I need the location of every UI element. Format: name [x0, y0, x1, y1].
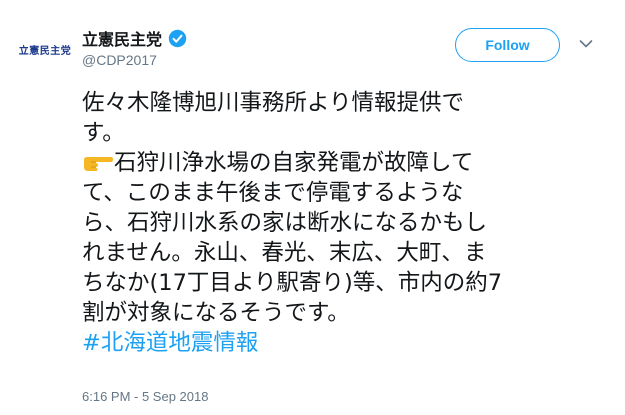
- hashtag-link[interactable]: #北海道地震情報: [82, 328, 592, 358]
- avatar[interactable]: 立憲民主党: [16, 20, 74, 78]
- tweet-text: 佐々木隆博旭川事務所より情報提供で す。 石狩川浄水場の自家発電が故障して て、…: [82, 88, 592, 358]
- tweet-card: 立憲民主党 立憲民主党 @CDP2017 Follow 佐々木隆博旭川事務所より…: [0, 0, 625, 415]
- follow-button[interactable]: Follow: [455, 28, 560, 62]
- tweet-text-line: れません。永山、春光、末広、大町、ま: [82, 240, 487, 266]
- chevron-down-icon[interactable]: [579, 39, 593, 49]
- tweet-text-line: 石狩川浄水場の自家発電が故障して: [82, 148, 592, 178]
- tweet-text-line: て、このまま午後まで停電するような: [82, 180, 464, 206]
- user-name-row: 立憲民主党: [82, 26, 187, 50]
- avatar-logo-text: 立憲民主党: [18, 45, 72, 57]
- tweet-text-line: ちなか(17丁目より駅寄り)等、市内の約7: [82, 270, 503, 296]
- user-handle[interactable]: @CDP2017: [82, 52, 157, 68]
- pointing-right-hand-icon: [84, 157, 113, 171]
- display-name[interactable]: 立憲民主党: [82, 26, 162, 50]
- tweet-text-line-content: 石狩川浄水場の自家発電が故障して: [114, 150, 474, 176]
- tweet-text-line: 佐々木隆博旭川事務所より情報提供で: [82, 90, 465, 116]
- verified-badge-icon: [168, 29, 187, 47]
- tweet-text-line: 割が対象になるそうです。: [82, 300, 350, 326]
- tweet-timestamp[interactable]: 6:16 PM - 5 Sep 2018: [82, 389, 208, 404]
- tweet-text-line: す。: [82, 120, 125, 146]
- tweet-text-line: ら、石狩川水系の家は断水になるかもし: [82, 210, 488, 236]
